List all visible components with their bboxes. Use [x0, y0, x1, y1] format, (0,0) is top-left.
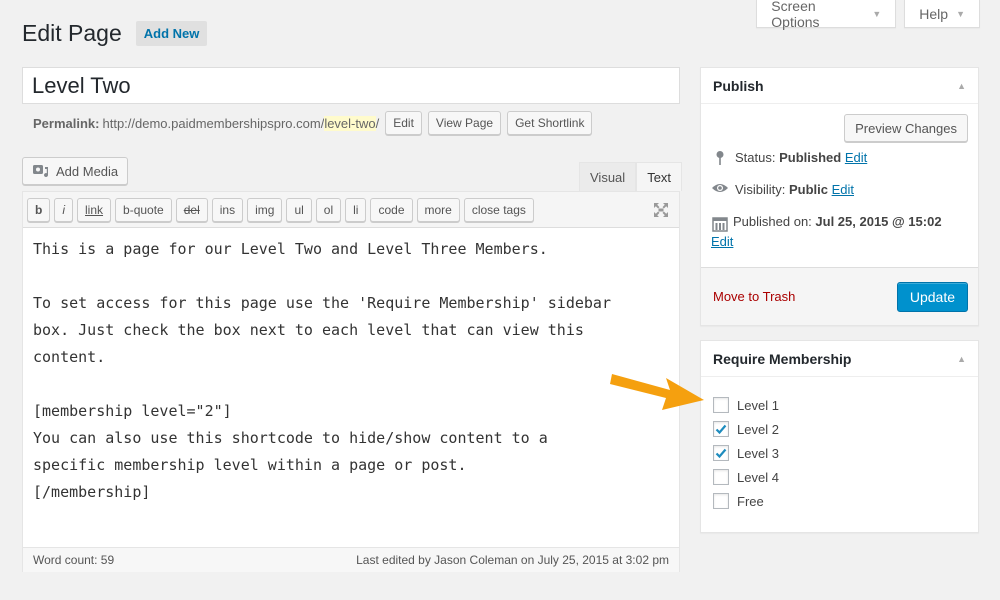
- collapse-toggle-icon[interactable]: ▲: [957, 81, 966, 91]
- permalink-base: http://demo.paidmembershipspro.com/: [102, 115, 325, 131]
- qt-blockquote-button[interactable]: b-quote: [115, 197, 172, 222]
- checkmark-icon: [715, 448, 727, 459]
- editor-status-bar: Word count: 59 Last edited by Jason Cole…: [23, 547, 679, 572]
- edit-permalink-button[interactable]: Edit: [385, 111, 422, 135]
- membership-level-item[interactable]: Level 1: [713, 393, 966, 417]
- level-checkbox[interactable]: [713, 469, 729, 485]
- editor-content-textarea[interactable]: This is a page for our Level Two and Lev…: [23, 228, 679, 547]
- qt-code-button[interactable]: code: [370, 197, 413, 222]
- tab-visual[interactable]: Visual: [579, 162, 637, 191]
- help-label: Help: [919, 5, 949, 22]
- require-membership-header[interactable]: Require Membership ▲: [701, 341, 978, 377]
- qt-ins-button[interactable]: ins: [211, 197, 244, 222]
- published-on-label: Published on:: [733, 214, 812, 229]
- major-publishing-actions: Move to Trash Update: [701, 267, 978, 325]
- level-checkbox[interactable]: [713, 397, 729, 413]
- status-row: Status: Published Edit: [711, 148, 968, 168]
- permalink-url[interactable]: http://demo.paidmembershipspro.com/level…: [102, 115, 380, 131]
- annotation-arrow-icon: [610, 374, 704, 410]
- permalink-row: Permalink: http://demo.paidmembershipspr…: [33, 111, 593, 135]
- checkmark-icon: [715, 424, 727, 435]
- level-label: Level 2: [737, 421, 779, 437]
- qt-bold-button[interactable]: b: [27, 197, 51, 222]
- add-media-button[interactable]: Add Media: [22, 157, 129, 185]
- eye-icon: [711, 180, 729, 194]
- level-checkbox[interactable]: [713, 493, 729, 509]
- visibility-label: Visibility:: [735, 182, 786, 197]
- published-on-value: Jul 25, 2015 @ 15:02: [815, 214, 942, 229]
- permalink-trailing: /: [375, 115, 380, 131]
- move-to-trash-link[interactable]: Move to Trash: [713, 289, 795, 304]
- quicktags-toolbar: b i link b-quote del ins img ul ol li co…: [23, 192, 679, 228]
- caret-down-icon: ▼: [956, 8, 965, 19]
- publish-box: Publish ▲ Preview Changes Status: Publis…: [700, 67, 979, 326]
- fullscreen-icon[interactable]: [653, 202, 669, 218]
- status-value: Published: [779, 150, 842, 165]
- tab-text[interactable]: Text: [636, 162, 683, 191]
- editor-tabs: Visual Text: [579, 162, 683, 191]
- qt-ul-button[interactable]: ul: [286, 197, 312, 222]
- collapse-toggle-icon[interactable]: ▲: [957, 354, 966, 364]
- level-label: Level 1: [737, 397, 779, 413]
- screen-options-button[interactable]: Screen Options ▼: [756, 0, 897, 30]
- last-edited: Last edited by Jason Coleman on July 25,…: [356, 553, 669, 567]
- qt-ol-button[interactable]: ol: [315, 197, 342, 222]
- view-page-button[interactable]: View Page: [427, 111, 502, 135]
- require-membership-title: Require Membership: [713, 350, 852, 367]
- status-label: Status:: [735, 150, 776, 165]
- membership-level-item[interactable]: Free: [713, 489, 966, 513]
- permalink-slug: level-two: [324, 115, 376, 131]
- level-checkbox[interactable]: [713, 421, 729, 437]
- add-new-button[interactable]: Add New: [135, 21, 208, 46]
- level-checkbox[interactable]: [713, 445, 729, 461]
- get-shortlink-button[interactable]: Get Shortlink: [507, 111, 593, 135]
- visibility-row: Visibility: Public Edit: [711, 180, 968, 200]
- membership-level-item[interactable]: Level 4: [713, 465, 966, 489]
- qt-more-button[interactable]: more: [416, 197, 460, 222]
- visibility-value: Public: [788, 182, 828, 197]
- qt-italic-button[interactable]: i: [54, 197, 74, 222]
- publish-box-header[interactable]: Publish ▲: [701, 68, 978, 104]
- membership-level-item[interactable]: Level 2: [713, 417, 966, 441]
- page-title: Edit Page: [22, 20, 122, 46]
- published-on-row: Published on: Jul 25, 2015 @ 15:02 Edit: [711, 212, 968, 252]
- edit-date-link[interactable]: Edit: [711, 234, 733, 249]
- preview-changes-button[interactable]: Preview Changes: [844, 114, 968, 142]
- pin-icon: [711, 148, 729, 166]
- qt-del-button[interactable]: del: [175, 197, 208, 222]
- level-label: Free: [737, 493, 764, 509]
- membership-level-item[interactable]: Level 3: [713, 441, 966, 465]
- post-title-input[interactable]: Level Two: [22, 67, 680, 104]
- text-editor: b i link b-quote del ins img ul ol li co…: [22, 191, 680, 572]
- membership-levels-list: Level 1 Level 2 Level 3 Level 4 Free: [701, 377, 978, 513]
- caret-down-icon: ▼: [872, 8, 882, 19]
- help-button[interactable]: Help ▼: [904, 0, 980, 28]
- level-label: Level 4: [737, 469, 779, 485]
- permalink-label: Permalink:: [33, 115, 100, 131]
- qt-link-button[interactable]: link: [77, 197, 112, 222]
- update-button[interactable]: Update: [896, 281, 968, 312]
- edit-visibility-link[interactable]: Edit: [832, 182, 854, 197]
- edit-status-link[interactable]: Edit: [845, 150, 867, 165]
- add-media-label: Add Media: [56, 163, 119, 179]
- screen-meta: Screen Options ▼ Help ▼: [756, 0, 1000, 30]
- media-icon: [33, 165, 49, 178]
- page-header: Edit Page Add New: [22, 20, 208, 47]
- word-count: Word count: 59: [33, 553, 115, 567]
- calendar-icon: [711, 214, 729, 232]
- publish-box-title: Publish: [713, 77, 764, 94]
- qt-img-button[interactable]: img: [247, 197, 283, 222]
- qt-close-tags-button[interactable]: close tags: [463, 197, 534, 222]
- require-membership-box: Require Membership ▲ Level 1 Level 2 Level…: [700, 340, 979, 533]
- level-label: Level 3: [737, 445, 779, 461]
- qt-li-button[interactable]: li: [345, 197, 367, 222]
- screen-options-label: Screen Options: [771, 0, 820, 30]
